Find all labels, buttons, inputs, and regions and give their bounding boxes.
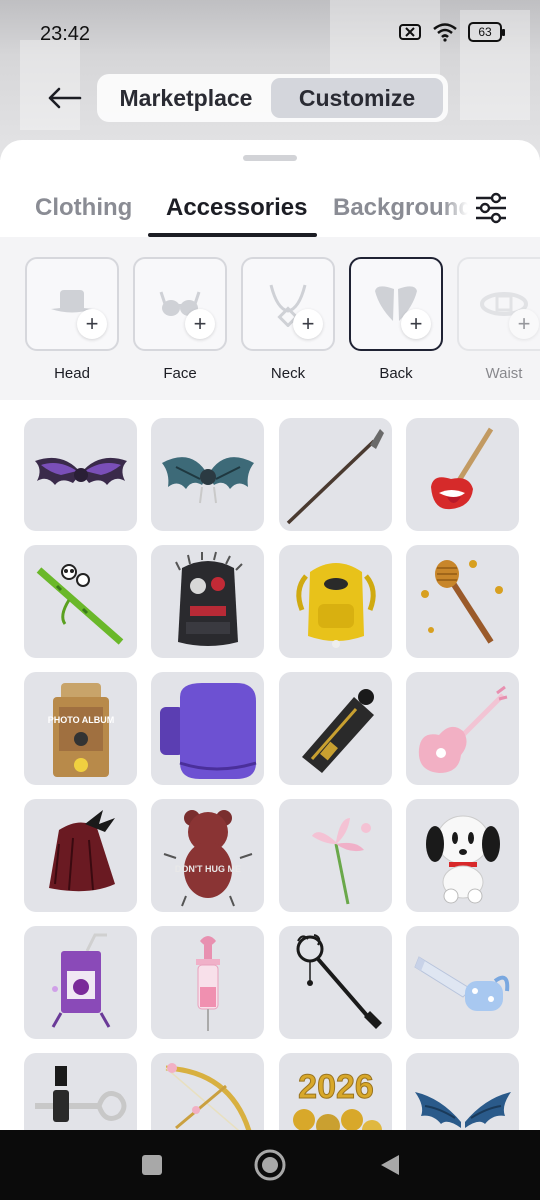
category-tabs: Clothing Accessories Background <box>0 184 540 238</box>
home-button[interactable] <box>252 1147 288 1183</box>
blaster-icon <box>301 688 374 773</box>
photo-album-label: PHOTO ALBUM <box>47 715 114 725</box>
back-button[interactable] <box>42 80 86 116</box>
add-icon: + <box>293 309 323 339</box>
juice-box-icon <box>51 933 110 1028</box>
home-circle-icon <box>254 1149 286 1181</box>
guitar-icon <box>430 427 493 509</box>
status-bar: 23:42 63 <box>0 0 540 68</box>
item-purple-shell[interactable] <box>151 672 264 785</box>
category-label: Head <box>54 365 90 382</box>
system-navigation-bar <box>0 1130 540 1200</box>
dragon-wings-icon <box>161 456 254 503</box>
tab-customize[interactable]: Customize <box>271 78 443 118</box>
item-purple-bat-wings[interactable] <box>24 418 137 531</box>
item-blaster[interactable] <box>279 672 392 785</box>
cape-icon <box>48 809 115 891</box>
battery-indicator: 63 <box>468 22 505 42</box>
bottom-sheet: Clothing Accessories Background + Head +… <box>0 140 540 1130</box>
arrow-left-icon <box>48 87 82 109</box>
balloons-icon: 2026 <box>292 1067 382 1130</box>
category-label: Back <box>379 365 413 382</box>
bear-shirt-text: DON'T HUG ME <box>174 864 240 874</box>
category-label: Face <box>163 365 197 382</box>
honey-dipper-icon <box>420 559 503 644</box>
category-waist-box: + <box>457 257 540 351</box>
sliders-icon <box>476 192 506 224</box>
tab-marketplace[interactable]: Marketplace <box>101 78 271 118</box>
bat-wings-icon <box>34 457 127 485</box>
triangle-back-icon <box>381 1155 399 1175</box>
flower-icon <box>311 817 371 904</box>
item-photo-album[interactable]: PHOTO ALBUM <box>24 672 137 785</box>
photo-album-icon: PHOTO ALBUM <box>47 682 114 777</box>
category-head-box: + <box>25 257 119 351</box>
category-label: Waist <box>485 365 523 382</box>
guitar-icon <box>418 685 507 773</box>
accessory-categories: + Head + Face + Neck + Back + Waist <box>0 237 540 400</box>
item-pink-syringe[interactable] <box>151 926 264 1039</box>
category-face-box: + <box>133 257 227 351</box>
backpack-icon <box>174 551 243 646</box>
item-pink-guitar[interactable] <box>406 672 519 785</box>
status-icons: 63 <box>398 22 505 42</box>
recent-apps-button[interactable] <box>134 1147 170 1183</box>
chainsaw-icon <box>413 955 509 1011</box>
item-blue-chainsaw[interactable] <box>406 926 519 1039</box>
item-spear[interactable] <box>279 418 392 531</box>
category-head[interactable]: + Head <box>25 257 119 382</box>
tab-background[interactable]: Background <box>333 194 468 222</box>
item-lily-flower[interactable] <box>279 799 392 912</box>
item-blue-angel-wings[interactable] <box>406 1053 519 1130</box>
backpack-icon <box>295 562 376 648</box>
category-neck-box: + <box>241 257 335 351</box>
system-back-button[interactable] <box>372 1147 408 1183</box>
category-label: Neck <box>270 365 306 382</box>
drag-handle[interactable] <box>243 155 297 161</box>
item-honey-dipper[interactable] <box>406 545 519 658</box>
wings-icon <box>414 1091 511 1128</box>
balloon-number-text: 2026 <box>298 1068 374 1106</box>
item-spiked-backpack[interactable] <box>151 545 264 658</box>
key-icon <box>296 933 382 1029</box>
tab-accessories[interactable]: Accessories <box>166 194 307 222</box>
syringe-icon <box>195 935 220 1031</box>
add-icon: + <box>185 309 215 339</box>
add-icon: + <box>77 309 107 339</box>
puppy-icon <box>425 815 500 903</box>
category-face[interactable]: + Face <box>133 257 227 382</box>
bear-icon: DON'T HUG ME <box>163 809 252 906</box>
item-white-puppy[interactable] <box>406 799 519 912</box>
item-tongue-guitar[interactable] <box>406 418 519 531</box>
category-back-box: + <box>349 257 443 351</box>
add-icon: + <box>401 309 431 339</box>
square-icon <box>142 1155 162 1175</box>
filter-button[interactable] <box>472 190 510 226</box>
category-neck[interactable]: + Neck <box>241 257 335 382</box>
shell-icon <box>159 682 256 779</box>
item-silver-heart-key[interactable] <box>24 1053 137 1130</box>
item-grape-juice-box[interactable] <box>24 926 137 1039</box>
tab-clothing[interactable]: Clothing <box>35 194 132 222</box>
item-red-cape[interactable] <box>24 799 137 912</box>
item-ornate-key[interactable] <box>279 926 392 1039</box>
no-sim-icon <box>399 24 421 40</box>
bow-icon <box>165 1062 251 1130</box>
item-golden-bow[interactable] <box>151 1053 264 1130</box>
item-teal-dragon-wings[interactable] <box>151 418 264 531</box>
bamboo-icon <box>36 563 123 645</box>
item-panda-bamboo[interactable] <box>24 545 137 658</box>
category-waist[interactable]: + Waist <box>457 257 540 382</box>
spear-icon <box>286 428 384 524</box>
key-icon <box>34 1065 126 1122</box>
wifi-icon <box>433 23 457 42</box>
category-back[interactable]: + Back <box>349 257 443 382</box>
add-icon: + <box>509 309 539 339</box>
item-yellow-nyc-backpack[interactable] <box>279 545 392 658</box>
clock: 23:42 <box>40 23 91 45</box>
item-2026-balloons[interactable]: 2026 <box>279 1053 392 1130</box>
mode-switch: Marketplace Customize <box>97 74 448 122</box>
item-dont-hug-me-bear[interactable]: DON'T HUG ME <box>151 799 264 912</box>
